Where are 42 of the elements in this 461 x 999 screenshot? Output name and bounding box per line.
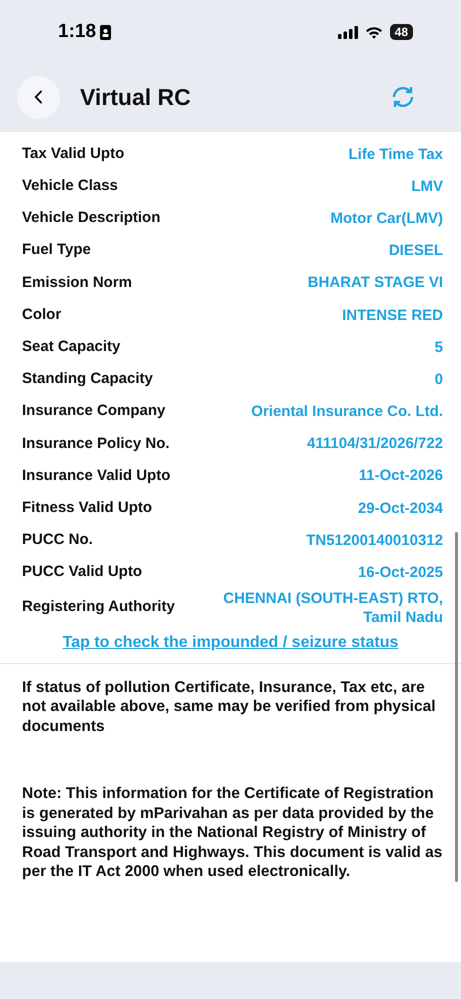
detail-label: Insurance Valid Upto (22, 466, 170, 486)
detail-label: PUCC Valid Upto (22, 562, 142, 582)
detail-label: Vehicle Class (22, 176, 118, 196)
detail-label: Emission Norm (22, 272, 132, 293)
detail-value: Oriental Insurance Co. Ltd. (251, 402, 443, 422)
detail-value: Life Time Tax (348, 144, 443, 164)
battery-indicator: 48 (390, 24, 413, 40)
detail-label: Fitness Valid Upto (22, 498, 152, 518)
detail-value: 0 (434, 370, 443, 389)
detail-label: Color (22, 304, 62, 325)
detail-label: Insurance Company (22, 401, 166, 422)
status-time: 1:18 (58, 20, 96, 44)
back-button[interactable] (17, 76, 60, 118)
detail-value: TN51200140010312 (306, 530, 443, 550)
back-chevron-icon (34, 90, 43, 104)
detail-value: 16-Oct-2025 (358, 563, 443, 582)
detail-value: 411104/31/2026/722 (307, 434, 443, 454)
detail-label: Seat Capacity (22, 336, 120, 357)
detail-label: Tax Valid Upto (22, 144, 124, 164)
detail-label: Insurance Policy No. (22, 434, 170, 454)
detail-label: Vehicle Description (22, 208, 160, 228)
notice-text: If status of pollution Certificate, Insurance, Tax etc, are not available above, same may be verified from physical documents (21, 678, 437, 736)
notice-text: Note: This information for the Certificate of Registration is generated by mParivahan as per data provided by the issuing authority in the National Registry of Ministry of Road Transport and Highways. This document is valid as per the IT Act 2000 when used electronically. (21, 784, 444, 882)
detail-value: INTENSE RED (342, 306, 443, 325)
detail-value: Motor Car(LMV) (330, 208, 443, 228)
detail-label: PUCC No. (22, 530, 93, 550)
detail-value: DIESEL (388, 241, 443, 260)
detail-label: Registering Authority (22, 597, 175, 618)
contact-card-icon (100, 24, 112, 40)
refresh-icon (390, 85, 416, 109)
wifi-icon (364, 26, 383, 38)
page-title: Virtual RC (80, 82, 191, 112)
seizure-status-link[interactable]: Tap to check the impounded / seizure status (62, 630, 398, 655)
signal-icon (338, 26, 358, 38)
detail-value: LMV (411, 176, 443, 196)
detail-value: 11-Oct-2026 (358, 466, 443, 486)
detail-label: Fuel Type (22, 240, 91, 260)
detail-value: BHARAT STAGE VI (308, 273, 443, 292)
detail-value: CHENNAI (SOUTH-EAST) RTO, Tamil Nadu (222, 588, 443, 627)
detail-value: 29-Oct-2034 (358, 498, 443, 518)
detail-value: 5 (434, 338, 443, 357)
detail-label: Standing Capacity (22, 369, 153, 390)
